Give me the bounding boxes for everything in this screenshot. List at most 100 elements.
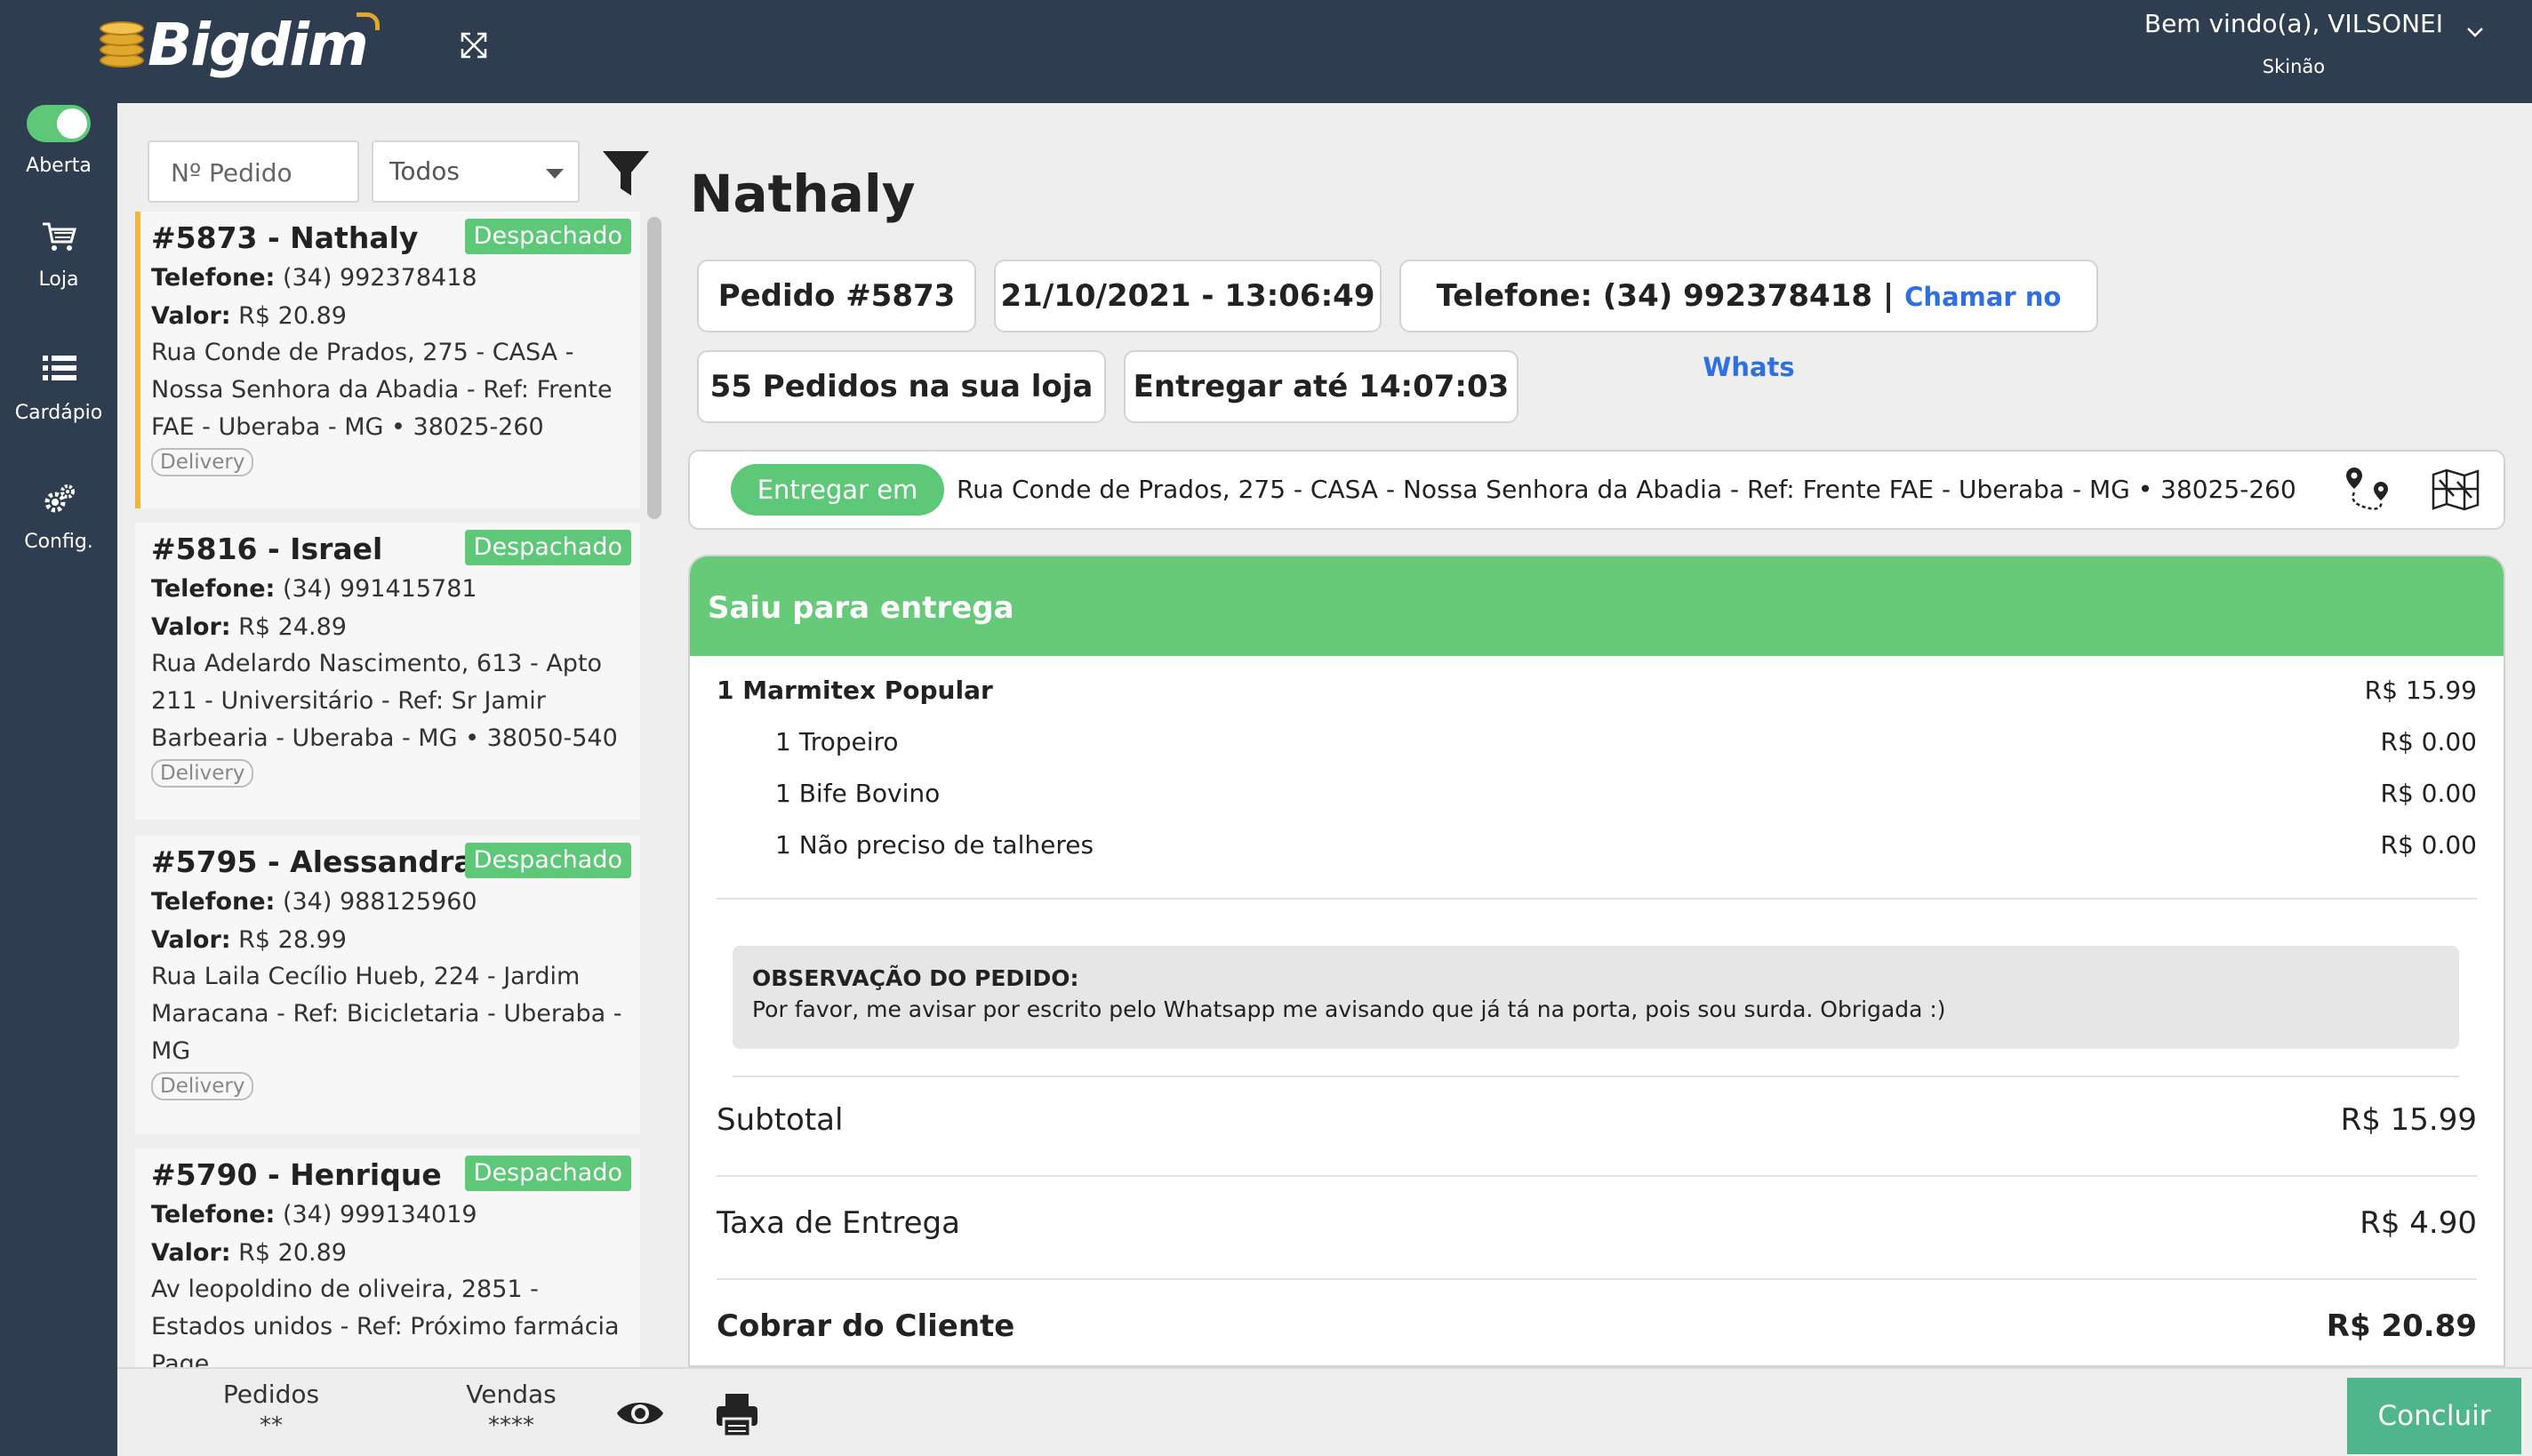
order-card-address: Rua Laila Cecílio Hueb, 224 - Jardim Mar… <box>151 963 622 1065</box>
sidebar-item-aberta[interactable]: Aberta <box>0 105 117 177</box>
user-menu[interactable]: Bem vindo(a), VILSONEI Skinão <box>2144 9 2443 77</box>
charge-customer-value: R$ 20.89 <box>2326 1308 2477 1344</box>
subtotal-value: R$ 15.99 <box>2340 1102 2477 1138</box>
charge-customer-row: Cobrar do Cliente R$ 20.89 <box>717 1308 2477 1344</box>
chevron-down-icon[interactable] <box>2464 21 2486 43</box>
order-card[interactable]: #5790 - Henrique Despachado Telefone: (3… <box>135 1148 640 1367</box>
delivery-address-bar: Entregar em Rua Conde de Prados, 275 - C… <box>688 450 2505 530</box>
order-card-phone: Telefone: (34) 988125960 <box>151 888 477 916</box>
order-card[interactable]: #5816 - Israel Despachado Telefone: (34)… <box>135 523 640 820</box>
subtotal-label: Subtotal <box>717 1102 844 1138</box>
store-name: Skinão <box>2262 56 2326 77</box>
order-card-value: Valor: R$ 28.99 <box>151 926 347 954</box>
order-observation: OBSERVAÇÃO DO PEDIDO: Por favor, me avis… <box>733 946 2459 1049</box>
item-name: 1 Não preciso de talheres <box>775 830 1094 860</box>
delivery-fee-label: Taxa de Entrega <box>717 1205 960 1241</box>
order-list-panel: Nº Pedido Todos #5873 - Nathaly Despacha… <box>117 103 669 1367</box>
sales-stat-value: **** <box>488 1412 534 1439</box>
status-filter-select[interactable]: Todos <box>372 140 580 203</box>
status-filter-value: Todos <box>389 156 460 186</box>
order-card-phone: Telefone: (34) 992378418 <box>151 264 477 292</box>
orders-stat: Pedidos ** <box>204 1380 338 1439</box>
phone-pill: Telefone: (34) 992378418 | Chamar no Wha… <box>1399 260 2098 382</box>
status-badge: Despachado <box>464 843 631 878</box>
order-card[interactable]: #5873 - Nathaly Despachado Telefone: (34… <box>135 212 640 508</box>
item-name: 1 Tropeiro <box>775 727 899 756</box>
phone-separator: | <box>1882 278 1895 314</box>
coins-icon <box>100 20 146 69</box>
sidebar-item-cardapio[interactable]: Cardápio <box>0 352 117 424</box>
sidebar-item-label: Cardápio <box>14 402 103 424</box>
delivery-fee-value: R$ 4.90 <box>2360 1205 2477 1241</box>
sidebar-item-config[interactable]: Config. <box>0 481 117 553</box>
order-card-phone: Telefone: (34) 991415781 <box>151 575 477 603</box>
item-price: R$ 0.00 <box>2380 830 2477 860</box>
eye-icon[interactable] <box>615 1396 665 1431</box>
order-number-search-input[interactable]: Nº Pedido <box>148 140 359 203</box>
delivery-tag: Delivery <box>151 448 254 476</box>
divider <box>733 1076 2459 1077</box>
order-card-address: Rua Adelardo Nascimento, 613 - Apto 211 … <box>151 650 618 752</box>
printer-icon[interactable] <box>715 1392 759 1438</box>
deliver-at-button[interactable]: Entregar em <box>731 464 944 516</box>
order-card-address: Rua Conde de Prados, 275 - CASA - Nossa … <box>151 339 613 441</box>
item-price: R$ 0.00 <box>2380 727 2477 756</box>
sidebar: Aberta Loja Cardápio Config. <box>0 103 117 1456</box>
charge-customer-label: Cobrar do Cliente <box>717 1308 1015 1344</box>
sidebar-item-label: Config. <box>24 531 93 553</box>
order-datetime-pill: 21/10/2021 - 13:06:49 <box>994 260 1382 332</box>
order-card[interactable]: #5795 - Alessandra Despachado Telefone: … <box>135 836 640 1134</box>
expand-icon[interactable] <box>459 30 489 60</box>
delivery-address: Rua Conde de Prados, 275 - CASA - Nossa … <box>957 475 2296 504</box>
order-list: #5873 - Nathaly Despachado Telefone: (34… <box>135 212 647 1367</box>
item-name: 1 Bife Bovino <box>775 779 941 808</box>
item-price: R$ 0.00 <box>2380 779 2477 808</box>
order-item: 1 Tropeiro R$ 0.00 <box>775 727 2477 756</box>
top-bar: Bigdim Bem vindo(a), VILSONEI Skinão <box>0 0 2532 103</box>
divider <box>717 1278 2477 1280</box>
order-card-value: Valor: R$ 20.89 <box>151 1239 347 1267</box>
phone-text: Telefone: (34) 992378418 <box>1436 278 1873 314</box>
logo[interactable]: Bigdim <box>100 9 380 80</box>
toggle-on-icon[interactable] <box>27 105 91 142</box>
customer-name: Nathaly <box>690 164 916 224</box>
caret-down-icon <box>546 169 564 179</box>
filter-icon[interactable] <box>601 148 651 201</box>
order-item: 1 Marmitex Popular R$ 15.99 <box>717 676 2477 705</box>
delivery-fee-row: Taxa de Entrega R$ 4.90 <box>717 1205 2477 1241</box>
status-badge: Despachado <box>464 219 631 254</box>
sidebar-item-label: Aberta <box>26 155 92 177</box>
item-price: R$ 15.99 <box>2364 676 2477 705</box>
delivery-tag: Delivery <box>151 759 254 788</box>
gears-icon <box>44 484 75 513</box>
bottom-bar: Pedidos ** Vendas **** Concluir <box>117 1367 2532 1456</box>
route-icon[interactable] <box>2344 464 2395 516</box>
orders-stat-label: Pedidos <box>222 1380 320 1409</box>
divider <box>717 898 2477 900</box>
order-detail: Nathaly Pedido #5873 21/10/2021 - 13:06:… <box>669 103 2532 1367</box>
observation-text: Por favor, me avisar por escrito pelo Wh… <box>752 996 1946 1022</box>
divider <box>717 1175 2477 1177</box>
delivery-tag: Delivery <box>151 1072 254 1100</box>
order-status-header: Saiu para entrega <box>690 556 2504 656</box>
welcome-text: Bem vindo(a), VILSONEI <box>2143 9 2443 38</box>
logo-swoosh <box>356 12 380 30</box>
status-badge: Despachado <box>464 530 631 565</box>
order-number-pill: Pedido #5873 <box>697 260 976 332</box>
order-list-scrollbar[interactable] <box>647 217 661 519</box>
sidebar-item-loja[interactable]: Loja <box>0 219 117 291</box>
status-badge: Despachado <box>464 1156 631 1191</box>
map-icon[interactable] <box>2431 468 2480 512</box>
logo-text: Bigdim <box>148 10 369 79</box>
sidebar-item-label: Loja <box>38 268 79 291</box>
order-item: 1 Bife Bovino R$ 0.00 <box>775 779 2477 808</box>
order-item: 1 Não preciso de talheres R$ 0.00 <box>775 830 2477 860</box>
sales-stat-label: Vendas <box>466 1380 557 1409</box>
order-card-value: Valor: R$ 24.89 <box>151 613 347 641</box>
order-items-box: Saiu para entrega 1 Marmitex Popular R$ … <box>688 555 2505 1367</box>
deliver-until-pill: Entregar até 14:07:03 <box>1124 350 1518 423</box>
subtotal-row: Subtotal R$ 15.99 <box>717 1102 2477 1138</box>
order-card-value: Valor: R$ 20.89 <box>151 302 347 330</box>
conclude-button[interactable]: Concluir <box>2347 1378 2521 1454</box>
order-card-phone: Telefone: (34) 999134019 <box>151 1201 477 1228</box>
